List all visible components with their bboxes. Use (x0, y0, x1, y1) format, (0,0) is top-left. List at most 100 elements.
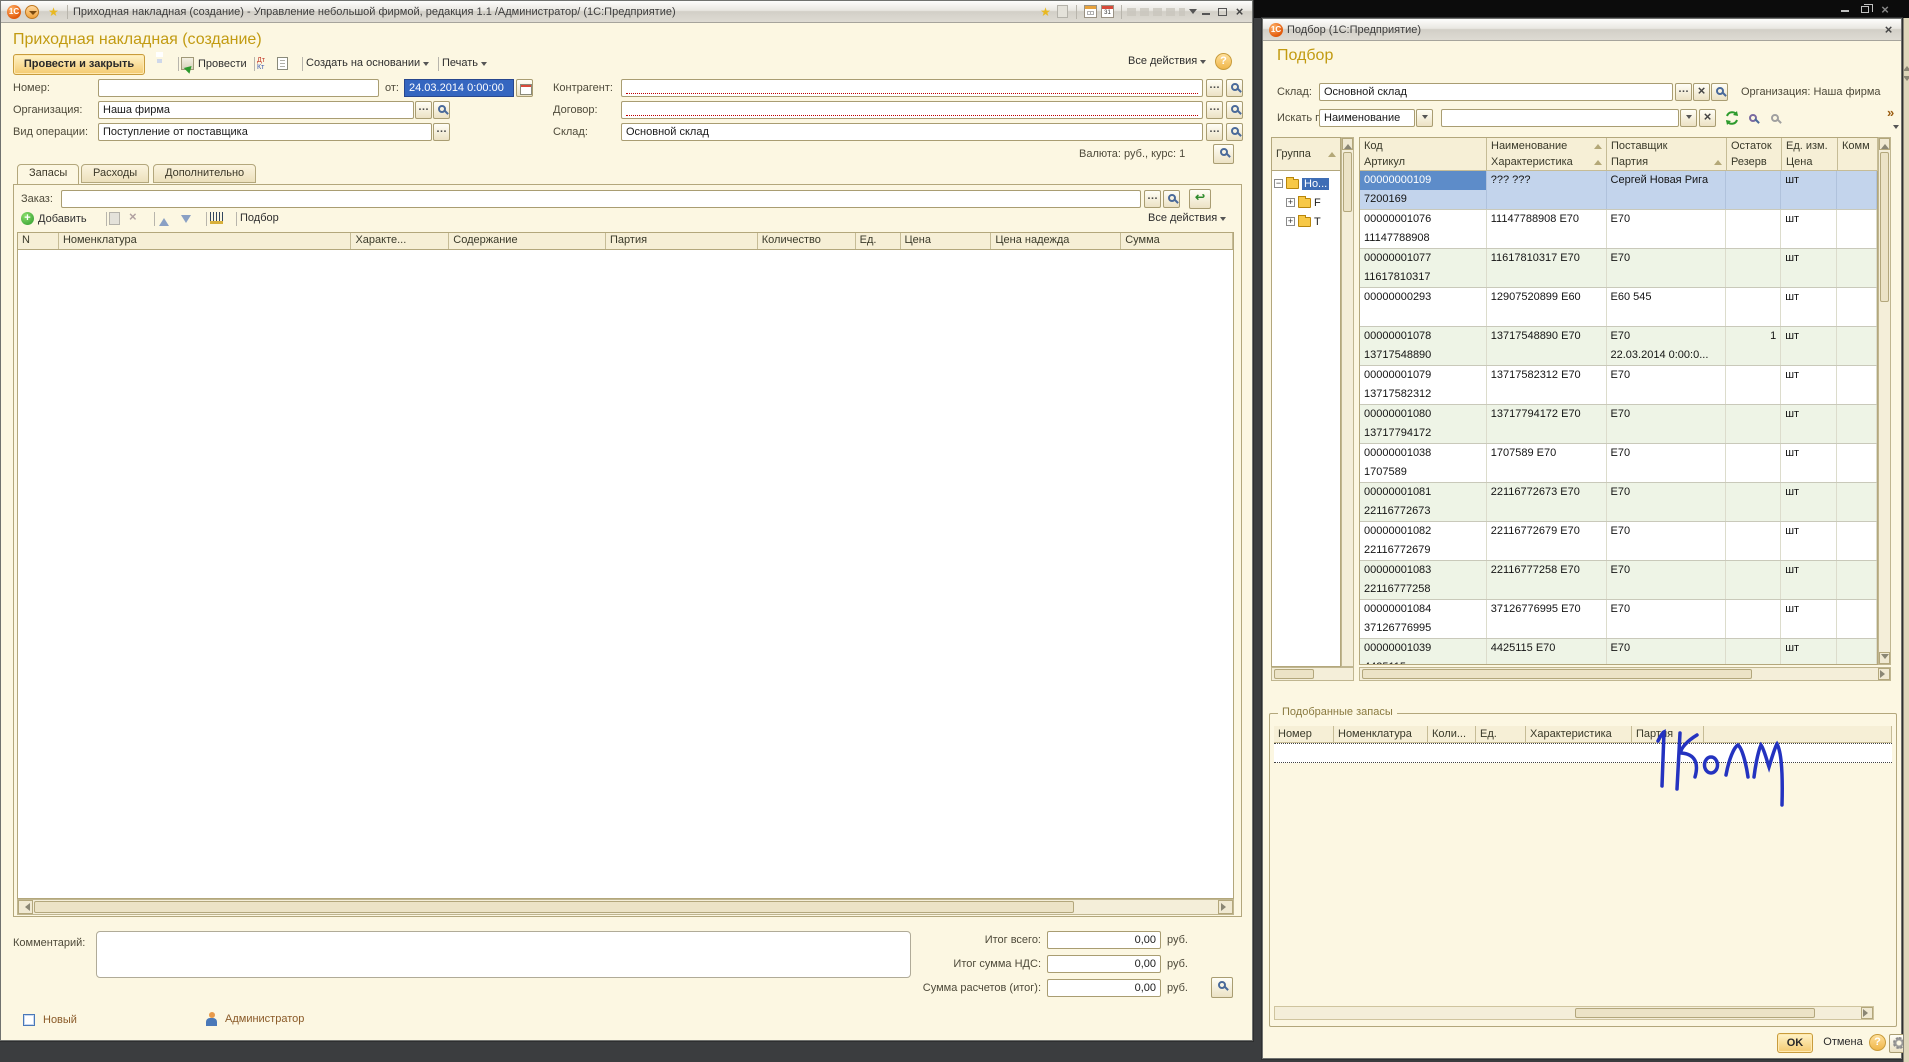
print-button[interactable]: Печать (442, 57, 487, 69)
currency-open-button[interactable] (1213, 144, 1234, 164)
window-close-button[interactable] (1231, 4, 1248, 19)
items-all-actions-button[interactable]: Все действия (1148, 212, 1226, 224)
tree-vscrollbar[interactable] (1341, 137, 1354, 667)
register-records-icon[interactable] (277, 57, 288, 70)
pick-column-header[interactable]: Артикул (1360, 154, 1487, 171)
operation-type-field[interactable]: Поступление от поставщика (98, 123, 432, 141)
contract-select-button[interactable] (1206, 101, 1223, 119)
pick-table-row[interactable]: 0000000108437126776995 E70E70шт371267769… (1360, 600, 1877, 639)
organization-field[interactable]: Наша фирма (98, 101, 414, 119)
find-icon[interactable] (1749, 111, 1757, 125)
tree-item[interactable]: −Но... (1274, 175, 1329, 192)
items-column-header[interactable]: Характе... (351, 233, 449, 249)
contract-field[interactable] (621, 101, 1203, 119)
pick-column-header[interactable]: Поставщик (1607, 138, 1727, 155)
warehouse-select-button[interactable] (1206, 123, 1223, 141)
window-maximize-button[interactable] (1214, 4, 1231, 19)
help-button[interactable]: ? (1215, 53, 1232, 70)
pick-table-row[interactable]: 0000000108122116772673 E70E70шт221167726… (1360, 483, 1877, 522)
pick-warehouse-clear-button[interactable] (1693, 83, 1710, 101)
pick-window-titlebar[interactable]: Подбор (1С:Предприятие) (1263, 19, 1901, 41)
rdp-restore-button[interactable] (1857, 2, 1873, 16)
total-value-field[interactable]: 0,00 (1047, 955, 1161, 973)
pick-table-row[interactable]: 0000000107711617810317 E70E70шт116178103… (1360, 249, 1877, 288)
order-open-button[interactable] (1163, 190, 1180, 208)
tree-hscrollbar[interactable] (1271, 667, 1354, 681)
collapse-icon[interactable]: − (1274, 179, 1283, 188)
copy-row-icon[interactable] (109, 212, 120, 225)
search-input[interactable] (1441, 109, 1679, 127)
search-mode-dropdown-button[interactable] (1416, 109, 1433, 127)
pick-table-row[interactable]: 0000000107813717548890 E70E701шт13717548… (1360, 327, 1877, 366)
all-actions-button[interactable]: Все действия (1128, 55, 1206, 67)
tree-header[interactable]: Группа (1271, 137, 1341, 171)
search-mode-select[interactable]: Наименование (1319, 109, 1415, 127)
add-row-button[interactable]: Добавить (21, 212, 87, 225)
pick-table-row[interactable]: 000000010381707589 E70E70шт1707589 (1360, 444, 1877, 483)
pick-column-header[interactable]: Комм (1838, 138, 1878, 155)
date-picker-button[interactable] (516, 79, 533, 97)
invoice-window-titlebar[interactable]: Приходная накладная (создание) - Управле… (1, 1, 1252, 23)
tree-item[interactable]: +F (1286, 194, 1321, 211)
cancel-button[interactable]: Отмена (1819, 1036, 1867, 1048)
items-column-header[interactable]: Цена надежда (991, 233, 1121, 249)
expand-icon[interactable]: + (1286, 198, 1295, 207)
pick-help-button[interactable]: ? (1869, 1034, 1886, 1051)
move-down-icon[interactable] (181, 215, 191, 228)
ok-button[interactable]: OK (1777, 1033, 1813, 1053)
contragent-field[interactable] (621, 79, 1203, 97)
calendar-icon[interactable] (1099, 4, 1116, 19)
pick-column-header[interactable]: Партия (1607, 154, 1727, 171)
picked-column-header[interactable]: Номер (1274, 726, 1334, 743)
items-hscrollbar[interactable] (17, 899, 1234, 915)
comment-field[interactable] (96, 931, 911, 978)
tab-rashody[interactable]: Расходы (81, 164, 149, 183)
items-column-header[interactable]: Содержание (449, 233, 606, 249)
pick-hscrollbar[interactable] (1359, 667, 1891, 681)
window-minimize-button[interactable] (1197, 4, 1214, 19)
date-field[interactable]: 24.03.2014 0:00:00 (404, 79, 514, 97)
pick-warehouse-open-button[interactable] (1711, 83, 1728, 101)
items-column-header[interactable]: Ед. (856, 233, 901, 249)
more-dropdown-icon[interactable] (1893, 125, 1899, 132)
items-column-header[interactable]: Количество (758, 233, 856, 249)
pick-table-row[interactable]: 0000000108222116772679 E70E70шт221167726… (1360, 522, 1877, 561)
tree-item[interactable]: +Т (1286, 213, 1321, 230)
main-menu-button[interactable] (25, 5, 39, 19)
rdp-minimize-button[interactable] (1837, 2, 1853, 16)
pick-warehouse-field[interactable]: Основной склад (1319, 83, 1673, 101)
post-and-close-button[interactable]: Провести и закрыть (13, 54, 145, 75)
picked-column-header[interactable]: Характеристика (1526, 726, 1632, 743)
tree-body[interactable]: −Но... +F +Т (1271, 171, 1341, 667)
picked-hscrollbar[interactable] (1274, 1006, 1874, 1020)
pick-window-close-button[interactable] (1880, 22, 1897, 37)
organization-select-button[interactable] (415, 101, 432, 119)
pick-table-row[interactable]: 00000000109??? ???Сергей Новая Ригашт720… (1360, 171, 1877, 210)
pick-vscrollbar[interactable] (1878, 137, 1891, 665)
tab-dopolnitelno[interactable]: Дополнительно (153, 164, 256, 183)
pick-table-row[interactable]: 0000000107913717582312 E70E70шт137175823… (1360, 366, 1877, 405)
search-clear-button[interactable] (1699, 109, 1716, 127)
expand-icon[interactable]: + (1286, 217, 1295, 226)
pick-column-header[interactable]: Код (1360, 138, 1487, 155)
items-table-body[interactable] (17, 250, 1234, 899)
dtkt-icon[interactable]: ДтКт (257, 57, 265, 71)
rdp-close-button[interactable] (1877, 2, 1893, 16)
delete-row-icon[interactable] (129, 209, 137, 224)
number-field[interactable] (98, 79, 379, 97)
order-select-button[interactable] (1144, 190, 1161, 208)
create-on-base-button[interactable]: Создать на основании (306, 57, 429, 69)
total-value-field[interactable]: 0,00 (1047, 979, 1161, 997)
pick-button[interactable]: Подбор (240, 212, 279, 224)
pick-column-header[interactable]: Резерв (1727, 154, 1782, 171)
items-column-header[interactable]: Сумма (1121, 233, 1233, 249)
items-column-header[interactable]: Партия (606, 233, 758, 249)
add-favorite-icon[interactable] (1037, 4, 1054, 19)
contragent-open-button[interactable] (1226, 79, 1243, 97)
search-dropdown-button[interactable] (1680, 109, 1697, 127)
barcode-icon[interactable] (210, 212, 223, 224)
warehouse-field[interactable]: Основной склад (621, 123, 1203, 141)
pick-table-row[interactable]: 0000000107611147788908 E70E70шт111477889… (1360, 210, 1877, 249)
pick-table-row[interactable]: 0000000108013717794172 E70E70шт137177941… (1360, 405, 1877, 444)
pick-column-header[interactable]: Ед. изм. (1782, 138, 1838, 155)
